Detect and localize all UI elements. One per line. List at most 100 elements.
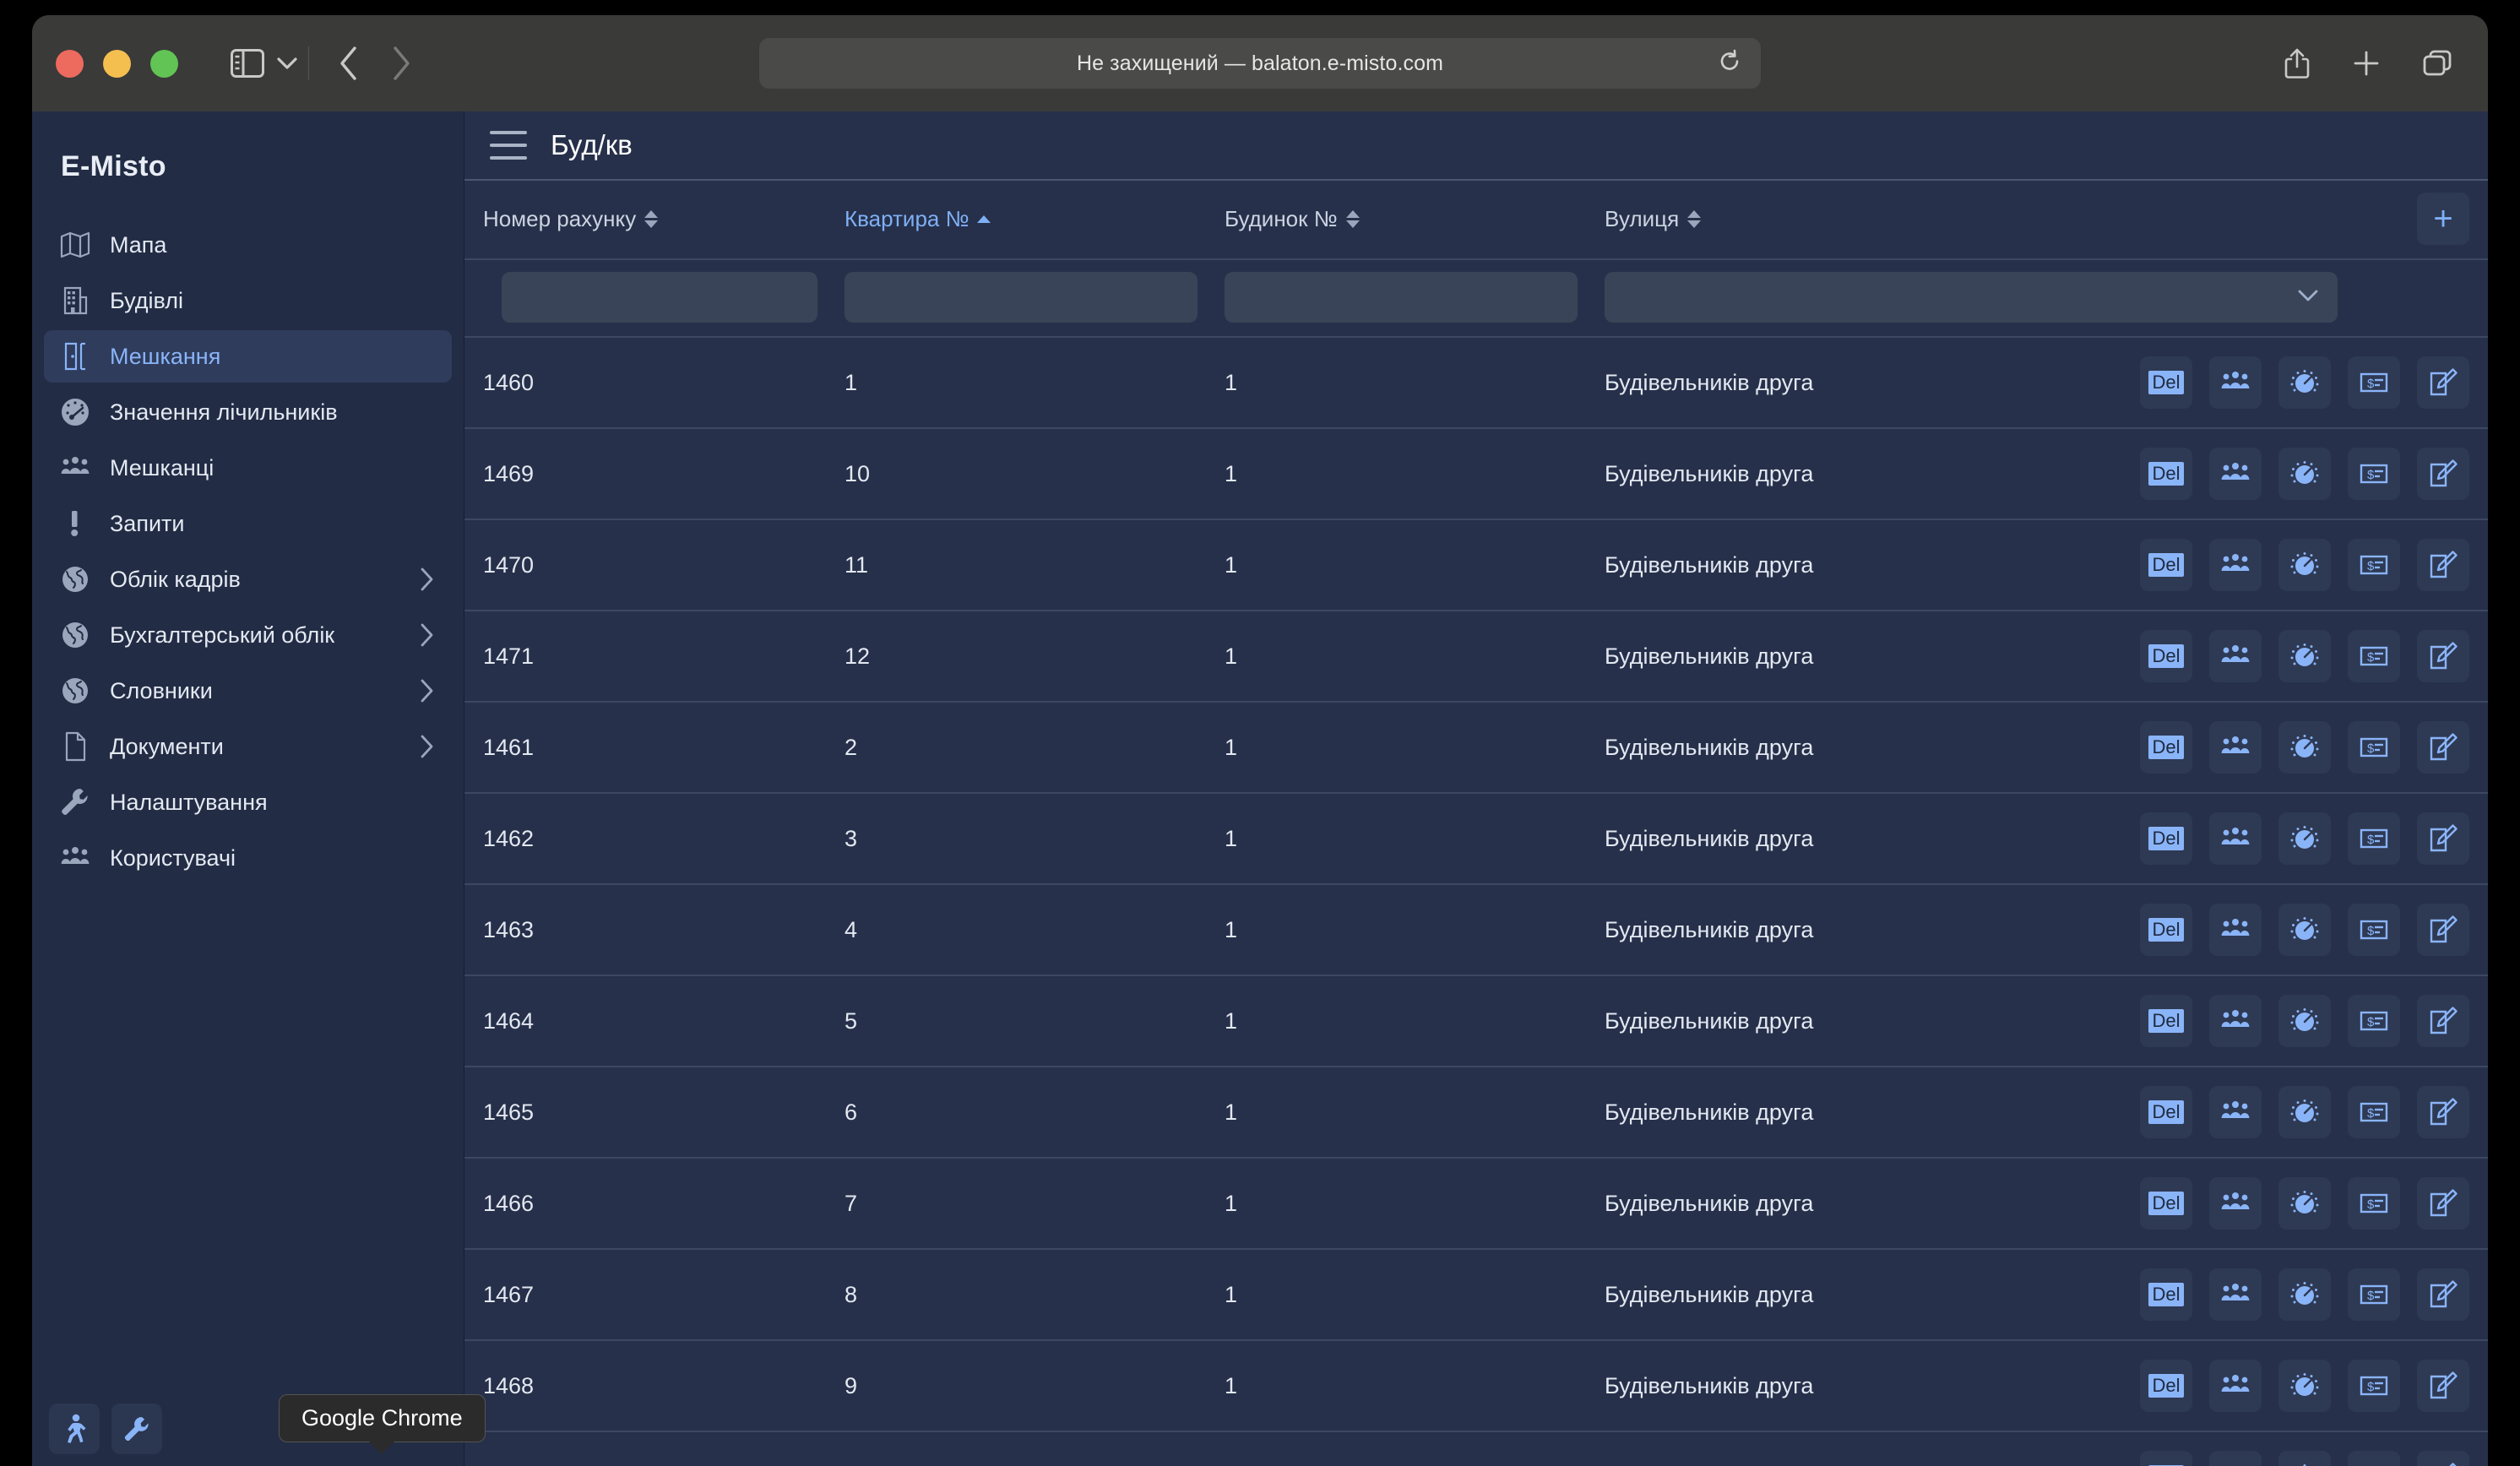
edit-action[interactable]	[2417, 1177, 2469, 1230]
residents-action[interactable]	[2209, 812, 2262, 865]
meters-action[interactable]	[2278, 1451, 2331, 1466]
sidebar-toggle-icon[interactable]	[231, 49, 264, 78]
table-row[interactable]: 1463 4 1 Будівельників друга Del $	[464, 884, 2488, 976]
residents-action[interactable]	[2209, 630, 2262, 682]
edit-action[interactable]	[2417, 904, 2469, 956]
invoice-action[interactable]: $	[2348, 812, 2400, 865]
delete-action[interactable]: Del	[2140, 1177, 2192, 1230]
invoice-action[interactable]: $	[2348, 1086, 2400, 1138]
table-row[interactable]: 1461 2 1 Будівельників друга Del $	[464, 702, 2488, 794]
table-row[interactable]: 1469 10 1 Будівельників друга Del $	[464, 428, 2488, 520]
edit-action[interactable]	[2417, 995, 2469, 1047]
residents-action[interactable]	[2209, 721, 2262, 774]
filter-input-flat[interactable]	[845, 272, 1198, 323]
delete-action[interactable]: Del	[2140, 812, 2192, 865]
delete-action[interactable]: Del	[2140, 1451, 2192, 1466]
column-header-house[interactable]: Будинок №	[1225, 179, 1605, 260]
close-window-button[interactable]	[56, 49, 84, 78]
column-header-account[interactable]: Номер рахунку	[464, 179, 845, 260]
residents-action[interactable]	[2209, 539, 2262, 591]
sidebar-item-11[interactable]: Користувачі	[44, 832, 452, 884]
residents-action[interactable]	[2209, 1360, 2262, 1412]
delete-action[interactable]: Del	[2140, 995, 2192, 1047]
invoice-action[interactable]: $	[2348, 1268, 2400, 1321]
hamburger-icon[interactable]	[490, 131, 527, 160]
edit-action[interactable]	[2417, 721, 2469, 774]
running-person-icon[interactable]	[49, 1404, 100, 1454]
sidebar-item-0[interactable]: Мапа	[44, 219, 452, 271]
residents-action[interactable]	[2209, 356, 2262, 409]
invoice-action[interactable]: $	[2348, 539, 2400, 591]
plus-icon[interactable]	[2353, 50, 2380, 77]
delete-action[interactable]: Del	[2140, 721, 2192, 774]
tab-overview-icon[interactable]	[2422, 49, 2452, 78]
residents-action[interactable]	[2209, 448, 2262, 500]
table-row[interactable]: 1466 7 1 Будівельників друга Del $	[464, 1158, 2488, 1250]
filter-input-account[interactable]	[502, 272, 817, 323]
residents-action[interactable]	[2209, 1177, 2262, 1230]
filter-select-street[interactable]	[1605, 272, 2338, 323]
invoice-action[interactable]: $	[2348, 1177, 2400, 1230]
invoice-action[interactable]: $	[2348, 721, 2400, 774]
sidebar-item-10[interactable]: Налаштування	[44, 776, 452, 828]
invoice-action[interactable]: $	[2348, 904, 2400, 956]
chevron-right-icon[interactable]	[418, 622, 435, 649]
edit-action[interactable]	[2417, 630, 2469, 682]
residents-action[interactable]	[2209, 995, 2262, 1047]
meters-action[interactable]	[2278, 904, 2331, 956]
chevron-down-icon[interactable]	[276, 56, 298, 71]
meters-action[interactable]	[2278, 721, 2331, 774]
filter-input-house[interactable]	[1225, 272, 1578, 323]
sidebar-item-7[interactable]: Бухгалтерський облік	[44, 609, 452, 661]
invoice-action[interactable]: $	[2348, 995, 2400, 1047]
invoice-action[interactable]: $	[2348, 356, 2400, 409]
table-row[interactable]: 1460 1 1 Будівельників друга Del $	[464, 337, 2488, 429]
table-row[interactable]: 1474115ОзернаDel$	[464, 1431, 2488, 1466]
url-bar[interactable]: Не захищений — balaton.e-misto.com	[759, 38, 1761, 89]
meters-action[interactable]	[2278, 1360, 2331, 1412]
delete-action[interactable]: Del	[2140, 1360, 2192, 1412]
table-row[interactable]: 1470 11 1 Будівельників друга Del $	[464, 519, 2488, 611]
meters-action[interactable]	[2278, 1177, 2331, 1230]
chevron-right-icon[interactable]	[418, 733, 435, 760]
sidebar-item-5[interactable]: Запити	[44, 497, 452, 550]
edit-action[interactable]	[2417, 1451, 2469, 1466]
meters-action[interactable]	[2278, 995, 2331, 1047]
reload-icon[interactable]	[1717, 49, 1742, 79]
table-row[interactable]: 1471 12 1 Будівельників друга Del $	[464, 611, 2488, 703]
table-row[interactable]: 1462 3 1 Будівельників друга Del $	[464, 793, 2488, 885]
table-row[interactable]: 1468 9 1 Будівельників друга Del $	[464, 1340, 2488, 1432]
table-row[interactable]: 1467 8 1 Будівельників друга Del $	[464, 1249, 2488, 1341]
delete-action[interactable]: Del	[2140, 356, 2192, 409]
sidebar-item-2[interactable]: Мешкання	[44, 330, 452, 383]
edit-action[interactable]	[2417, 1268, 2469, 1321]
meters-action[interactable]	[2278, 1086, 2331, 1138]
meters-action[interactable]	[2278, 630, 2331, 682]
delete-action[interactable]: Del	[2140, 448, 2192, 500]
column-header-street[interactable]: Вулиця	[1605, 179, 2365, 260]
meters-action[interactable]	[2278, 812, 2331, 865]
meters-action[interactable]	[2278, 448, 2331, 500]
edit-action[interactable]	[2417, 356, 2469, 409]
chevron-right-icon[interactable]	[418, 677, 435, 704]
sidebar-item-9[interactable]: Документи	[44, 720, 452, 773]
residents-action[interactable]	[2209, 1086, 2262, 1138]
delete-action[interactable]: Del	[2140, 630, 2192, 682]
edit-action[interactable]	[2417, 812, 2469, 865]
delete-action[interactable]: Del	[2140, 1268, 2192, 1321]
invoice-action[interactable]: $	[2348, 1360, 2400, 1412]
chevron-right-icon[interactable]	[418, 566, 435, 593]
delete-action[interactable]: Del	[2140, 904, 2192, 956]
residents-action[interactable]	[2209, 1451, 2262, 1466]
meters-action[interactable]	[2278, 356, 2331, 409]
invoice-action[interactable]: $	[2348, 448, 2400, 500]
meters-action[interactable]	[2278, 1268, 2331, 1321]
residents-action[interactable]	[2209, 1268, 2262, 1321]
chevron-right-icon[interactable]	[390, 45, 412, 82]
minimize-window-button[interactable]	[103, 49, 131, 78]
table-row[interactable]: 1464 5 1 Будівельників друга Del $	[464, 975, 2488, 1067]
delete-action[interactable]: Del	[2140, 1086, 2192, 1138]
meters-action[interactable]	[2278, 539, 2331, 591]
residents-action[interactable]	[2209, 904, 2262, 956]
sidebar-item-1[interactable]: Будівлі	[44, 274, 452, 327]
